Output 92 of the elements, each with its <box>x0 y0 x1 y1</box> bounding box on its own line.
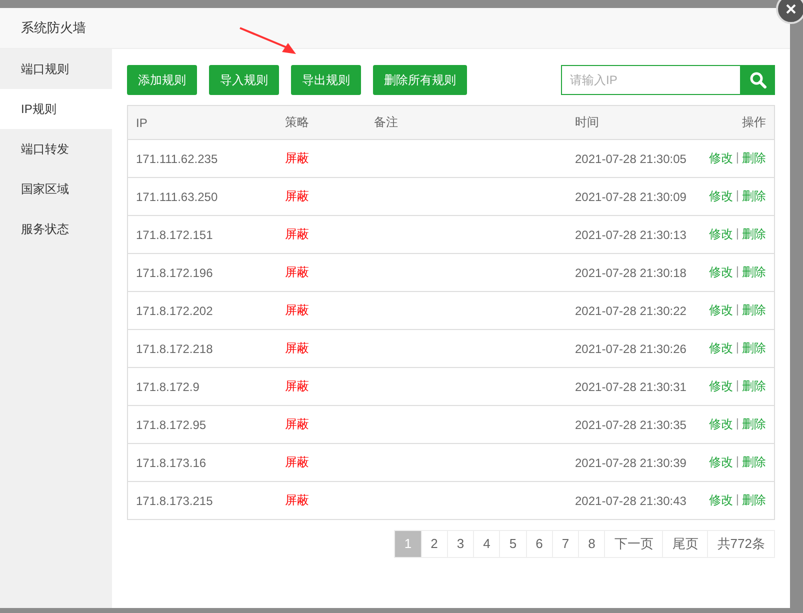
delete-link[interactable]: 删除 <box>742 188 766 205</box>
toolbar-button[interactable]: 导出规则 <box>291 65 361 95</box>
edit-link[interactable]: 修改 <box>708 454 733 471</box>
page-link[interactable]: 5 <box>499 530 527 558</box>
page-link[interactable]: 6 <box>526 530 553 558</box>
close-icon <box>785 3 797 15</box>
delete-link[interactable]: 删除 <box>742 340 766 357</box>
page-link[interactable]: 2 <box>420 530 448 558</box>
delete-link[interactable]: 删除 <box>742 264 766 281</box>
ip-cell-text: 171.8.173.16 <box>135 456 208 470</box>
policy-cell-text: 屏蔽 <box>284 264 310 281</box>
ip-cell-text: 171.8.172.151 <box>135 228 214 242</box>
time-cell-text: 2021-07-28 21:30:26 <box>574 342 688 356</box>
annotation-arrow-drawing <box>238 26 298 56</box>
column-header: 操作 <box>741 114 767 131</box>
time-cell-text: 2021-07-28 21:30:09 <box>574 190 688 204</box>
policy-cell-text: 屏蔽 <box>284 302 310 319</box>
time-cell-text: 2021-07-28 21:30:05 <box>574 152 688 166</box>
column-header: 时间 <box>574 114 600 131</box>
delete-link[interactable]: 删除 <box>742 454 766 471</box>
column-header: 备注 <box>373 114 399 131</box>
page-link[interactable]: 8 <box>578 530 606 558</box>
separator: | <box>736 150 739 166</box>
delete-link[interactable]: 删除 <box>742 226 766 243</box>
separator: | <box>736 340 739 356</box>
time-cell-text: 2021-07-28 21:30:22 <box>574 304 688 318</box>
sidebar-item[interactable]: 国家区域 <box>0 169 112 209</box>
edit-link[interactable]: 修改 <box>708 302 733 319</box>
last-page-link[interactable]: 尾页 <box>662 530 708 558</box>
delete-link[interactable]: 删除 <box>742 378 766 395</box>
time-cell-text: 2021-07-28 21:30:43 <box>574 494 688 508</box>
policy-cell-text: 屏蔽 <box>284 340 310 357</box>
delete-link[interactable]: 删除 <box>742 416 766 433</box>
sidebar-item[interactable]: 端口规则 <box>0 49 112 89</box>
policy-cell-text: 屏蔽 <box>284 492 310 509</box>
delete-link[interactable]: 删除 <box>742 492 766 509</box>
toolbar-button[interactable]: 删除所有规则 <box>373 65 467 95</box>
edit-link[interactable]: 修改 <box>708 226 733 243</box>
ip-cell-text: 171.111.63.250 <box>135 190 219 204</box>
time-cell-text: 2021-07-28 21:30:31 <box>574 380 688 394</box>
ip-cell-text: 171.111.62.235 <box>135 152 219 166</box>
policy-cell-text: 屏蔽 <box>284 188 310 205</box>
time-cell-text: 2021-07-28 21:30:35 <box>574 418 688 432</box>
separator: | <box>736 416 739 432</box>
page-link[interactable]: 4 <box>473 530 500 558</box>
ip-cell-text: 171.8.172.9 <box>135 380 200 394</box>
delete-link[interactable]: 删除 <box>742 150 766 167</box>
ip-cell-text: 171.8.173.215 <box>135 494 214 508</box>
edit-link[interactable]: 修改 <box>708 188 733 205</box>
policy-cell-text: 屏蔽 <box>284 416 310 433</box>
edit-link[interactable]: 修改 <box>708 340 733 357</box>
page-link[interactable]: 1 <box>394 530 422 558</box>
sidebar-item[interactable]: IP规则 <box>0 89 112 129</box>
search-icon <box>749 71 767 89</box>
toolbar-button[interactable]: 导入规则 <box>209 65 279 95</box>
time-cell-text: 2021-07-28 21:30:18 <box>574 266 688 280</box>
ip-cell-text: 171.8.172.202 <box>135 304 214 318</box>
ip-cell-text: 171.8.172.95 <box>135 418 208 432</box>
separator: | <box>736 492 739 508</box>
time-cell-text: 2021-07-28 21:30:39 <box>574 456 688 470</box>
column-header: IP <box>135 116 148 130</box>
delete-link[interactable]: 删除 <box>742 302 766 319</box>
separator: | <box>736 378 739 394</box>
total-count: 共772条 <box>707 530 775 558</box>
toolbar-button[interactable]: 添加规则 <box>127 65 197 95</box>
ip-cell-text: 171.8.172.196 <box>135 266 214 280</box>
page-link[interactable]: 3 <box>446 530 474 558</box>
sidebar-item[interactable]: 端口转发 <box>0 129 112 169</box>
policy-cell-text: 屏蔽 <box>284 454 310 471</box>
policy-cell-text: 屏蔽 <box>284 150 310 167</box>
edit-link[interactable]: 修改 <box>708 264 733 281</box>
edit-link[interactable]: 修改 <box>708 378 733 395</box>
time-cell-text: 2021-07-28 21:30:13 <box>574 228 688 242</box>
policy-cell-text: 屏蔽 <box>284 226 310 243</box>
ip-cell-text: 171.8.172.218 <box>135 342 214 356</box>
separator: | <box>736 226 739 242</box>
page-link[interactable]: 7 <box>552 530 580 558</box>
separator: | <box>736 302 739 318</box>
column-header: 策略 <box>284 114 310 131</box>
ip-search-field[interactable]: 请输入IP <box>561 65 741 95</box>
separator: | <box>736 264 739 280</box>
dialog-title: 系统防火墙 <box>0 8 790 49</box>
edit-link[interactable]: 修改 <box>708 150 733 167</box>
edit-link[interactable]: 修改 <box>708 492 733 509</box>
policy-cell-text: 屏蔽 <box>284 378 310 395</box>
close-button[interactable] <box>776 0 803 24</box>
next-page-link[interactable]: 下一页 <box>604 530 664 558</box>
separator: | <box>736 454 739 470</box>
separator: | <box>736 188 739 204</box>
sidebar-item[interactable]: 服务状态 <box>0 209 112 249</box>
edit-link[interactable]: 修改 <box>708 416 733 433</box>
search-button[interactable] <box>741 65 775 95</box>
